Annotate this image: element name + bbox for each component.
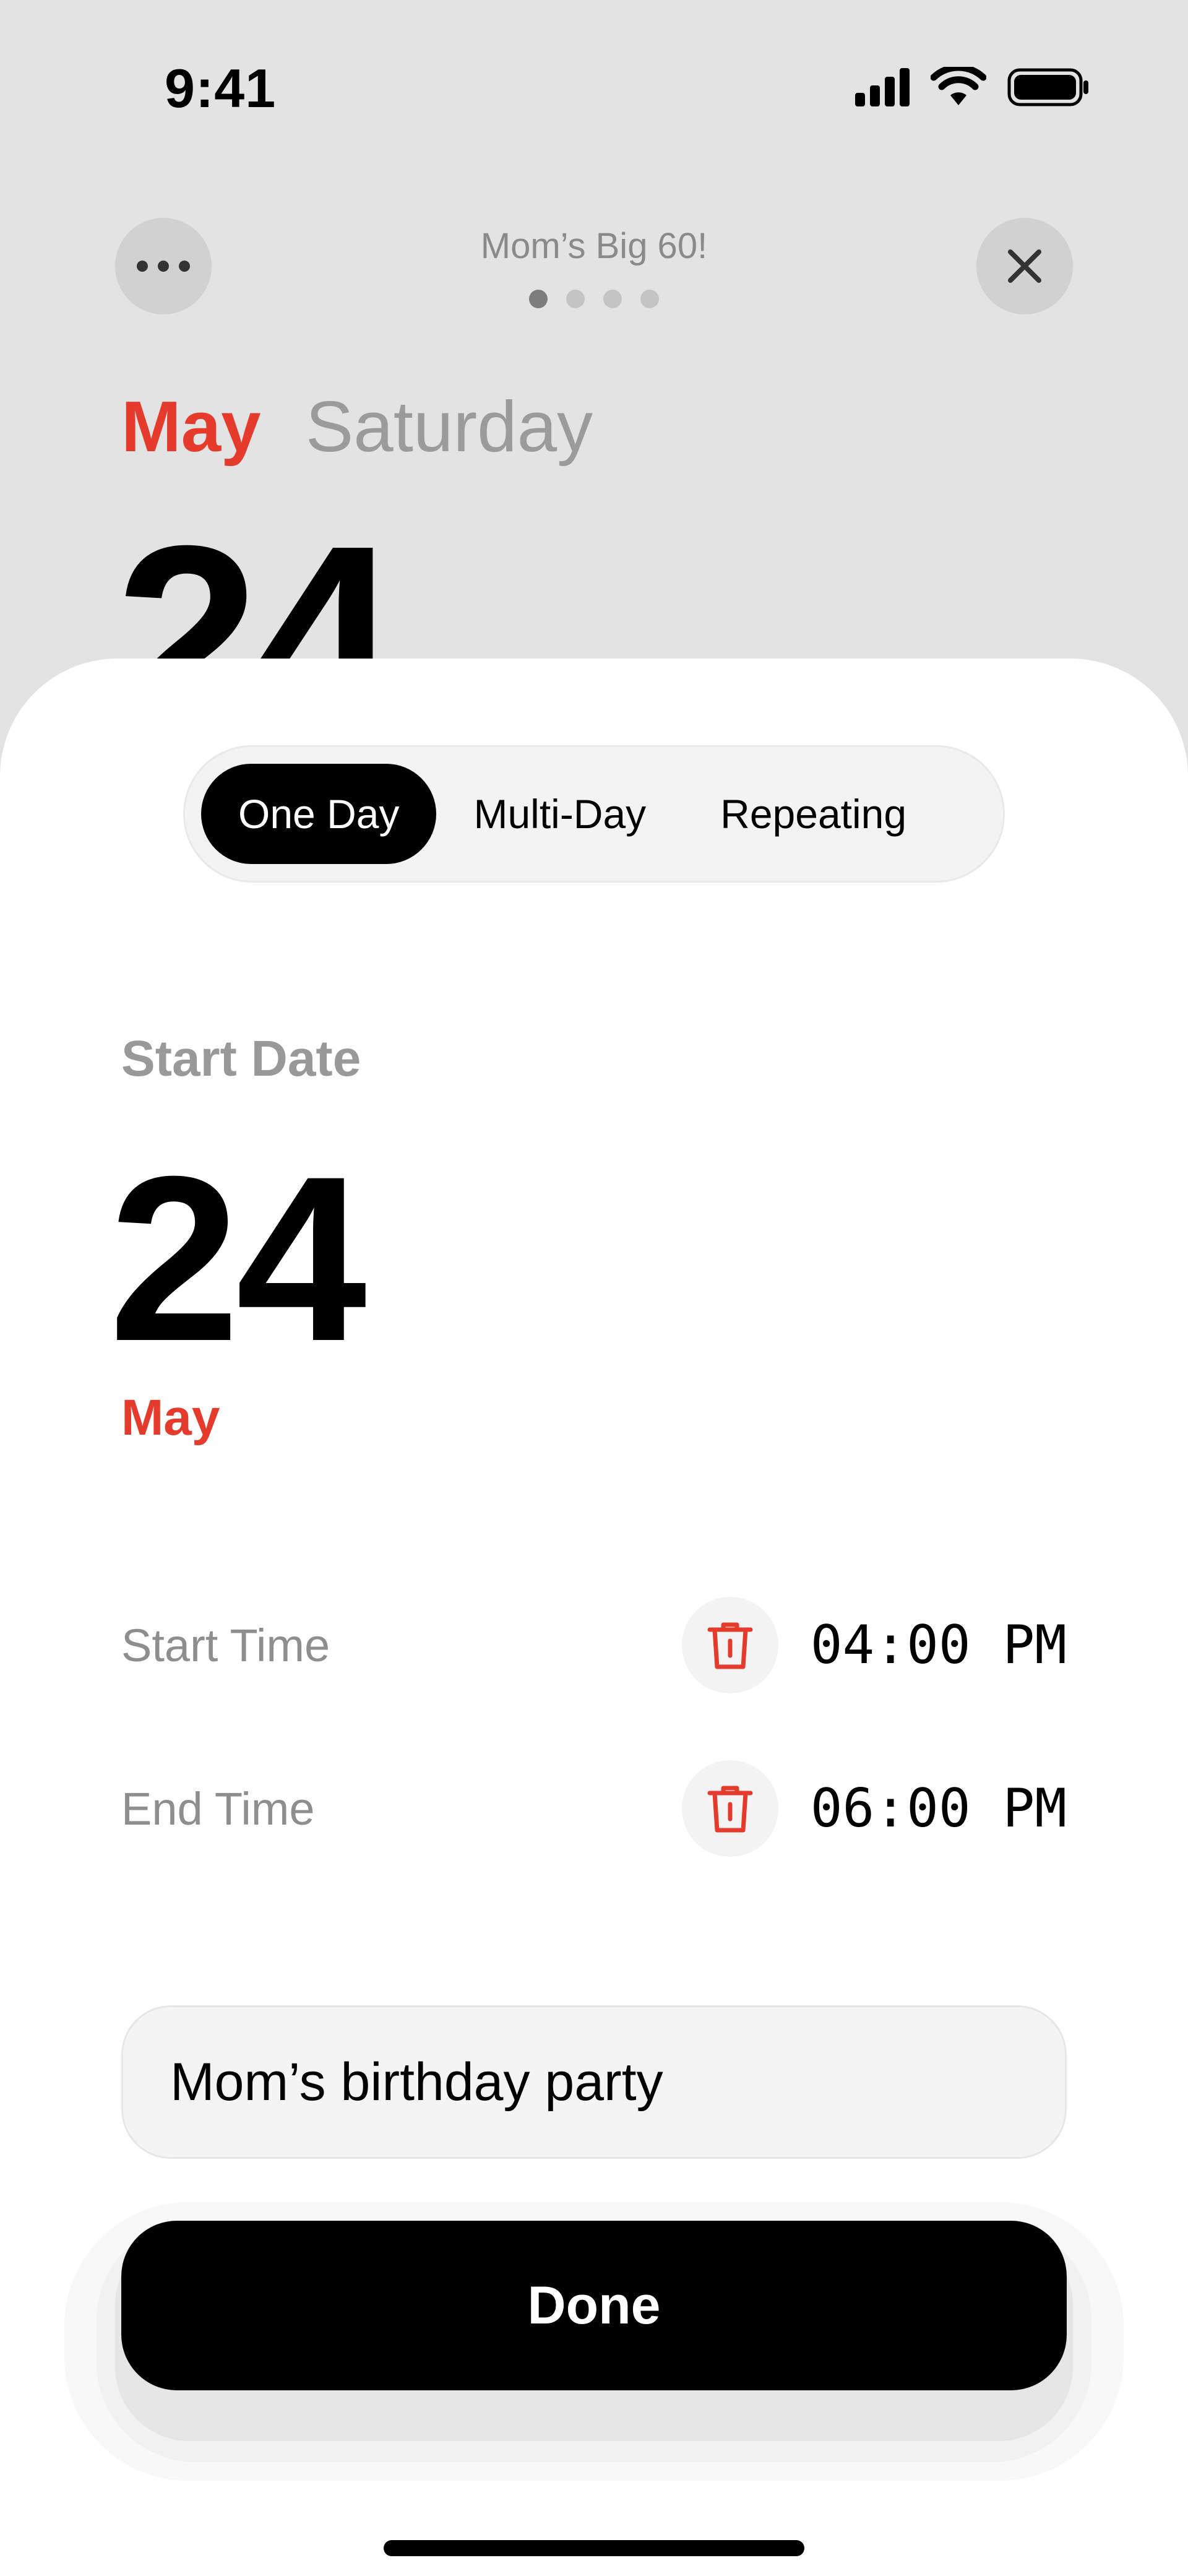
close-icon bbox=[1008, 249, 1041, 283]
done-button[interactable]: Done bbox=[121, 2221, 1067, 2390]
start-date-month[interactable]: May bbox=[121, 1389, 220, 1447]
event-title-input[interactable] bbox=[121, 2005, 1067, 2159]
start-time-label: Start Time bbox=[121, 1619, 330, 1671]
start-time-row: Start Time 04:00 PM bbox=[121, 1596, 1067, 1695]
background-date-line: May Saturday bbox=[121, 385, 593, 468]
status-icons bbox=[855, 67, 1089, 108]
tab-multi-day[interactable]: Multi-Day bbox=[436, 764, 683, 864]
cellular-signal-icon bbox=[855, 68, 910, 106]
background-month: May bbox=[121, 386, 261, 467]
status-time: 9:41 bbox=[165, 58, 277, 119]
trash-icon bbox=[707, 1622, 753, 1669]
start-time-value[interactable]: 04:00 PM bbox=[811, 1614, 1067, 1676]
event-date-screen: 9:41 Mom’s Big 60! May Saturday 24 One D… bbox=[0, 0, 1188, 2576]
clear-start-time-button[interactable] bbox=[681, 1597, 778, 1693]
close-button[interactable] bbox=[976, 218, 1073, 314]
tab-one-day[interactable]: One Day bbox=[201, 764, 437, 864]
clear-end-time-button[interactable] bbox=[681, 1760, 778, 1857]
date-settings-sheet: One Day Multi-Day Repeating Start Date 2… bbox=[0, 659, 1188, 2576]
mode-segmented-control: One Day Multi-Day Repeating bbox=[183, 745, 1005, 883]
page-dot-3[interactable] bbox=[603, 290, 622, 308]
background-weekday: Saturday bbox=[305, 386, 593, 467]
start-date-day[interactable]: 24 bbox=[109, 1141, 367, 1377]
page-dot-4[interactable] bbox=[640, 290, 659, 308]
home-indicator[interactable] bbox=[384, 2540, 804, 2556]
page-dot-1[interactable] bbox=[529, 290, 548, 308]
end-time-value[interactable]: 06:00 PM bbox=[811, 1778, 1067, 1839]
start-date-label: Start Date bbox=[121, 1031, 361, 1087]
battery-icon bbox=[1007, 68, 1088, 106]
end-time-row: End Time 06:00 PM bbox=[121, 1759, 1067, 1858]
tab-repeating[interactable]: Repeating bbox=[683, 764, 944, 864]
page-dot-2[interactable] bbox=[566, 290, 585, 308]
trash-icon bbox=[707, 1786, 753, 1833]
end-time-label: End Time bbox=[121, 1783, 315, 1835]
wifi-icon bbox=[931, 67, 986, 105]
